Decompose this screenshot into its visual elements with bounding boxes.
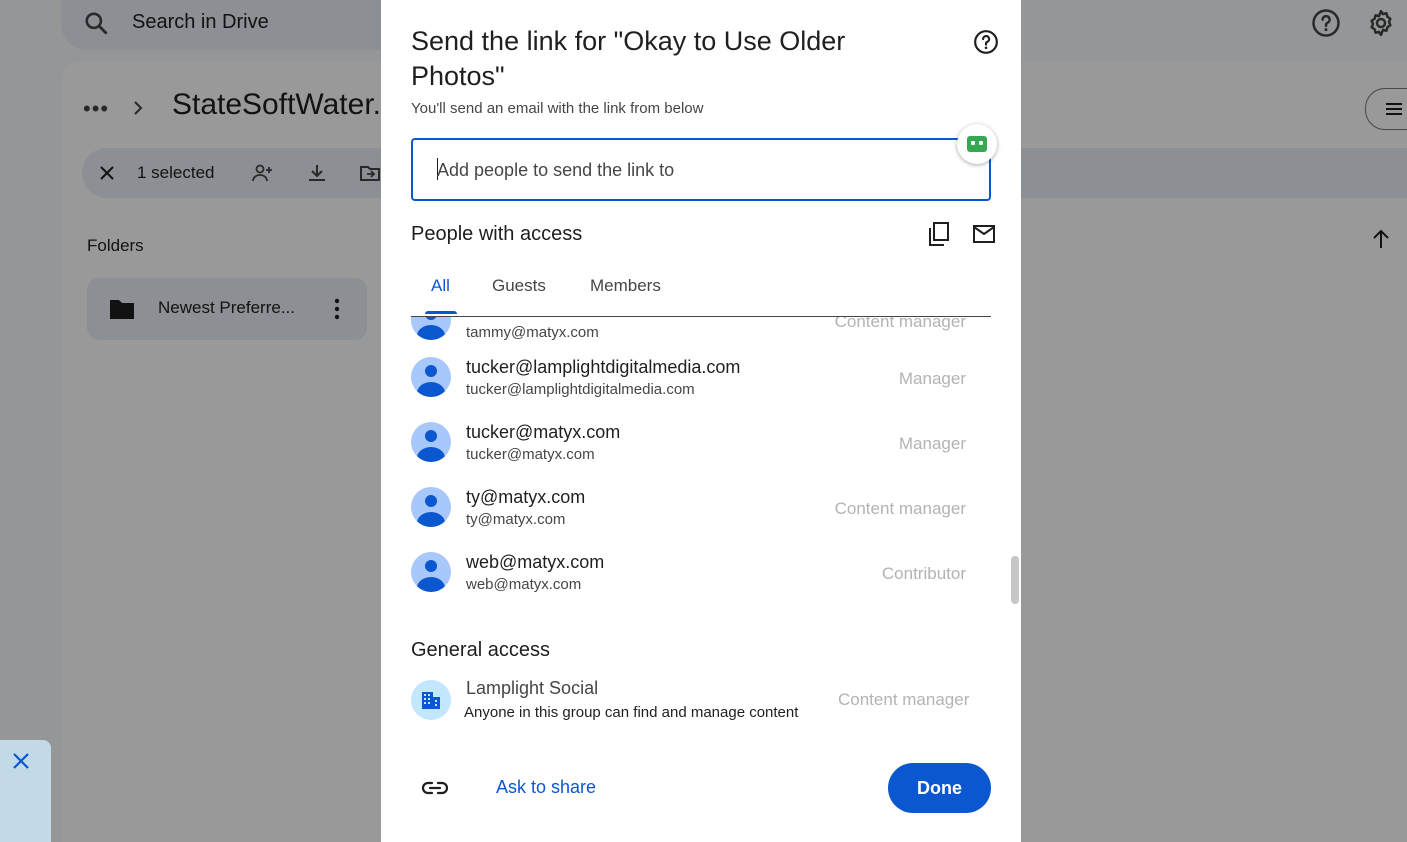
person-row[interactable]: web@matyx.com web@matyx.com Contributor xyxy=(411,552,991,602)
person-email: web@matyx.com xyxy=(466,576,582,593)
person-row[interactable]: ty@matyx.com ty@matyx.com Content manage… xyxy=(411,487,991,537)
help-icon[interactable] xyxy=(973,29,999,55)
avatar xyxy=(411,487,451,527)
person-row[interactable]: tucker@matyx.com tucker@matyx.com Manage… xyxy=(411,422,991,472)
tab-all[interactable]: All xyxy=(431,276,450,296)
done-button[interactable]: Done xyxy=(888,763,991,813)
person-row[interactable]: tucker@lamplightdigitalmedia.com tucker@… xyxy=(411,357,991,407)
person-row[interactable]: tammy@matyx.com Content manager xyxy=(411,317,991,350)
add-people-placeholder: Add people to send the link to xyxy=(437,160,675,180)
email-icon[interactable] xyxy=(972,223,996,245)
copy-link-icon[interactable] xyxy=(927,221,951,247)
share-link-dialog: Send the link for "Okay to Use Older Pho… xyxy=(381,0,1021,842)
person-name: web@matyx.com xyxy=(466,552,605,572)
link-icon[interactable] xyxy=(421,775,449,801)
person-name: tucker@matyx.com xyxy=(466,422,621,442)
avatar xyxy=(411,422,451,462)
person-role[interactable]: Contributor xyxy=(882,564,966,584)
tab-members[interactable]: Members xyxy=(590,276,661,296)
person-email: tucker@lamplightdigitalmedia.com xyxy=(466,381,695,398)
avatar xyxy=(411,552,451,592)
close-icon[interactable] xyxy=(12,752,30,770)
dialog-title: Send the link for "Okay to Use Older Pho… xyxy=(411,26,846,91)
general-access-name[interactable]: Lamplight Social xyxy=(466,678,598,699)
avatar xyxy=(411,317,451,340)
person-role[interactable]: Manager xyxy=(899,369,966,389)
general-access-title: General access xyxy=(411,639,550,661)
person-email: tucker@matyx.com xyxy=(466,446,595,463)
dialog-subtitle: You'll send an email with the link from … xyxy=(411,100,704,117)
general-access-description: Anyone in this group can find and manage… xyxy=(464,704,799,721)
person-role[interactable]: Content manager xyxy=(835,317,966,332)
list-scrollbar[interactable] xyxy=(1011,556,1019,604)
active-tab-indicator xyxy=(425,311,457,314)
person-role[interactable]: Manager xyxy=(899,434,966,454)
person-email: tammy@matyx.com xyxy=(466,324,599,341)
general-access-role[interactable]: Content manager xyxy=(838,690,969,710)
person-role[interactable]: Content manager xyxy=(835,499,966,519)
person-email: ty@matyx.com xyxy=(466,511,566,528)
ask-to-share-button[interactable]: Ask to share xyxy=(496,777,596,798)
tab-guests[interactable]: Guests xyxy=(492,276,546,296)
people-with-access-title: People with access xyxy=(411,223,583,245)
domain-icon xyxy=(411,680,451,720)
person-name: tucker@lamplightdigitalmedia.com xyxy=(466,357,741,377)
people-list: tammy@matyx.com Content manager tucker@l… xyxy=(381,317,1021,620)
add-people-input[interactable]: Add people to send the link to xyxy=(411,138,991,201)
extension-icon xyxy=(967,136,987,152)
person-name: ty@matyx.com xyxy=(466,487,586,507)
avatar xyxy=(411,357,451,397)
extension-badge[interactable] xyxy=(957,124,997,164)
side-notification-panel xyxy=(0,740,51,842)
